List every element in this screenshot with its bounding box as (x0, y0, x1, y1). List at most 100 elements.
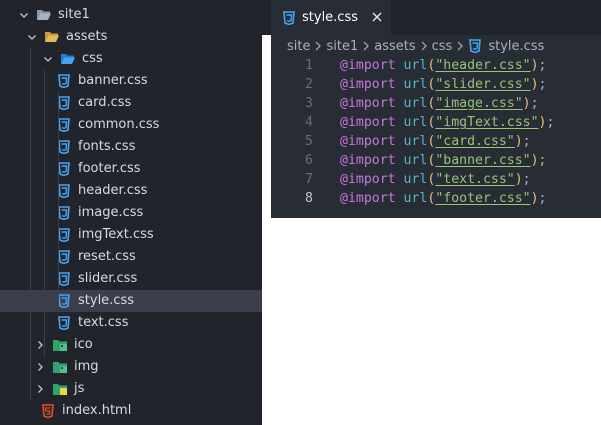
code-editor[interactable]: site site1 assets css style.css 1 @import url… (271, 35, 601, 218)
file-item[interactable]: reset.css (0, 246, 262, 268)
chevron-right-icon (420, 41, 428, 51)
css-file-icon (282, 10, 296, 25)
css-folder-open-icon (60, 51, 76, 67)
image-folder-icon (52, 337, 68, 353)
breadcrumb-item[interactable]: site (287, 39, 310, 54)
chevron-right-icon (362, 41, 370, 51)
code-line[interactable]: 5 @import url("card.css"); (271, 132, 601, 151)
tree-item-label: footer.css (78, 161, 141, 176)
chevron-down-icon[interactable] (40, 51, 56, 67)
file-item[interactable]: style.css (0, 290, 262, 312)
breadcrumb-item[interactable]: assets (374, 39, 415, 54)
close-icon[interactable] (370, 10, 384, 24)
folder-item[interactable]: img (0, 356, 262, 378)
code-text: @import url("text.css"); (340, 172, 531, 187)
tree-item-label: assets (66, 29, 108, 44)
code-text: @import url("footer.css"); (340, 191, 547, 206)
tree-indent-guide (44, 70, 45, 356)
code-text: @import url("header.css"); (340, 58, 547, 73)
tree-item-label: header.css (78, 183, 148, 198)
css-file-icon (468, 39, 482, 53)
css-file-icon (56, 73, 72, 89)
code-line[interactable]: 7 @import url("text.css"); (271, 170, 601, 189)
tab-label: style.css (302, 10, 358, 25)
function-token: url (403, 134, 428, 149)
chevron-right-icon[interactable] (32, 337, 48, 353)
file-item[interactable]: banner.css (0, 70, 262, 92)
keyword-token: @import (340, 134, 396, 149)
chevron-right-icon (314, 41, 322, 51)
code-text: @import url("image.css"); (340, 96, 539, 111)
string-token[interactable]: "image.css" (435, 96, 522, 111)
folder-open-yellow-icon (44, 29, 60, 45)
tree-item-label: common.css (78, 117, 160, 132)
file-item[interactable]: index.html (0, 400, 262, 422)
string-token[interactable]: "header.css" (435, 58, 530, 73)
code-line[interactable]: 1 @import url("header.css"); (271, 56, 601, 75)
string-token[interactable]: "card.css" (435, 134, 514, 149)
tree-item-label: image.css (78, 205, 144, 220)
file-item[interactable]: fonts.css (0, 136, 262, 158)
code-line[interactable]: 4 @import url("imgText.css"); (271, 113, 601, 132)
chevron-right-icon[interactable] (32, 359, 48, 375)
tree-item-label: img (74, 359, 99, 374)
folder-item[interactable]: assets (0, 26, 262, 48)
function-token: url (403, 191, 428, 206)
keyword-token: @import (340, 153, 396, 168)
function-token: url (403, 77, 428, 92)
code-text: @import url("slider.css"); (340, 77, 547, 92)
tree-item-label: fonts.css (78, 139, 136, 154)
breadcrumb-item[interactable]: site1 (326, 39, 358, 54)
folder-item[interactable]: css (0, 48, 262, 70)
tab-style-css[interactable]: style.css (271, 0, 391, 35)
string-token[interactable]: "imgText.css" (435, 115, 538, 130)
function-token: url (403, 96, 428, 111)
chevron-right-icon[interactable] (32, 381, 48, 397)
string-token[interactable]: "text.css" (435, 172, 514, 187)
file-item[interactable]: imgText.css (0, 224, 262, 246)
file-item[interactable]: header.css (0, 180, 262, 202)
file-item[interactable]: image.css (0, 202, 262, 224)
keyword-token: @import (340, 96, 396, 111)
code-text: @import url("imgText.css"); (340, 115, 555, 130)
line-number: 6 (305, 153, 313, 168)
image-folder-icon (52, 359, 68, 375)
line-number: 2 (305, 77, 313, 92)
line-number: 1 (305, 58, 313, 73)
string-token[interactable]: "slider.css" (435, 77, 530, 92)
string-token[interactable]: "footer.css" (435, 191, 530, 206)
tree-item-label: ico (74, 337, 93, 352)
tree-item-label: banner.css (78, 73, 148, 88)
line-number: 3 (305, 96, 313, 111)
breadcrumb-item[interactable]: style.css (488, 39, 544, 54)
code-line[interactable]: 3 @import url("image.css"); (271, 94, 601, 113)
file-item[interactable]: footer.css (0, 158, 262, 180)
chevron-down-icon[interactable] (24, 29, 40, 45)
folder-item[interactable]: site1 (0, 4, 262, 26)
folder-item[interactable]: ico (0, 334, 262, 356)
html-file-icon (40, 403, 56, 419)
chevron-down-icon[interactable] (16, 7, 32, 23)
folder-open-icon (36, 7, 52, 23)
file-item[interactable]: common.css (0, 114, 262, 136)
code-text: @import url("banner.css"); (340, 153, 547, 168)
code-line[interactable]: 2 @import url("slider.css"); (271, 75, 601, 94)
explorer-top-edge (0, 0, 262, 3)
file-item[interactable]: slider.css (0, 268, 262, 290)
keyword-token: @import (340, 115, 396, 130)
line-number: 4 (305, 115, 313, 130)
code-line[interactable]: 6 @import url("banner.css"); (271, 151, 601, 170)
tree-item-label: slider.css (78, 271, 138, 286)
tree-indent-guide (30, 48, 31, 400)
breadcrumb-item[interactable]: css (432, 39, 453, 54)
tree-item-label: card.css (78, 95, 132, 110)
line-number: 8 (305, 191, 313, 206)
code-line[interactable]: 8 @import url("footer.css"); (271, 189, 601, 208)
folder-item[interactable]: js (0, 378, 262, 400)
tree-item-label: text.css (78, 315, 129, 330)
file-item[interactable]: text.css (0, 312, 262, 334)
function-token: url (403, 58, 428, 73)
string-token[interactable]: "banner.css" (435, 153, 530, 168)
file-item[interactable]: card.css (0, 92, 262, 114)
line-number: 5 (305, 134, 313, 149)
